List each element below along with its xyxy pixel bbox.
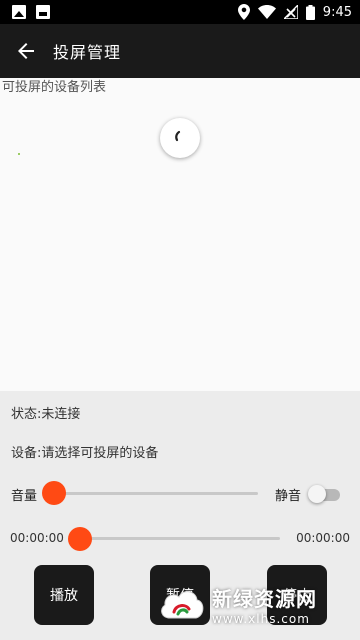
- volume-label: 音量: [11, 489, 38, 504]
- device-list-label: 可投屏的设备列表: [2, 80, 107, 95]
- notification-icon: [36, 5, 50, 19]
- mute-toggle[interactable]: [308, 485, 340, 503]
- volume-slider[interactable]: [55, 492, 258, 495]
- mute-toggle-knob: [308, 485, 326, 503]
- play-button[interactable]: 播放: [34, 565, 94, 625]
- watermark-url: www.xlhs.com: [212, 611, 310, 626]
- cloud-logo-icon: [161, 591, 204, 619]
- loading-spinner: [160, 118, 200, 158]
- watermark: 新绿资源网 www.xlhs.com: [156, 578, 346, 630]
- volume-slider-thumb[interactable]: [42, 481, 66, 505]
- selected-device: 设备:请选择可投屏的设备: [11, 446, 159, 461]
- arrow-left-icon: [18, 43, 34, 59]
- decorative-dot: [18, 153, 20, 155]
- page-title: 投屏管理: [53, 43, 122, 62]
- status-bar: 9:45: [0, 0, 360, 24]
- connection-status: 状态:未连接: [11, 407, 81, 422]
- battery-icon: [305, 4, 315, 20]
- progress-slider[interactable]: [80, 537, 280, 540]
- back-button[interactable]: [12, 37, 40, 65]
- status-time: 9:45: [322, 4, 352, 20]
- current-time: 00:00:00: [10, 531, 64, 545]
- spinner-arc-icon: [175, 130, 181, 142]
- mute-label: 静音: [275, 489, 302, 504]
- image-icon: [12, 5, 26, 19]
- wifi-icon: [257, 5, 276, 19]
- progress-slider-thumb[interactable]: [68, 527, 92, 551]
- location-icon: [237, 4, 250, 20]
- total-time: 00:00:00: [296, 531, 350, 545]
- signal-off-icon: [283, 5, 298, 19]
- toolbar: 投屏管理: [0, 24, 360, 78]
- watermark-name: 新绿资源网: [212, 586, 317, 611]
